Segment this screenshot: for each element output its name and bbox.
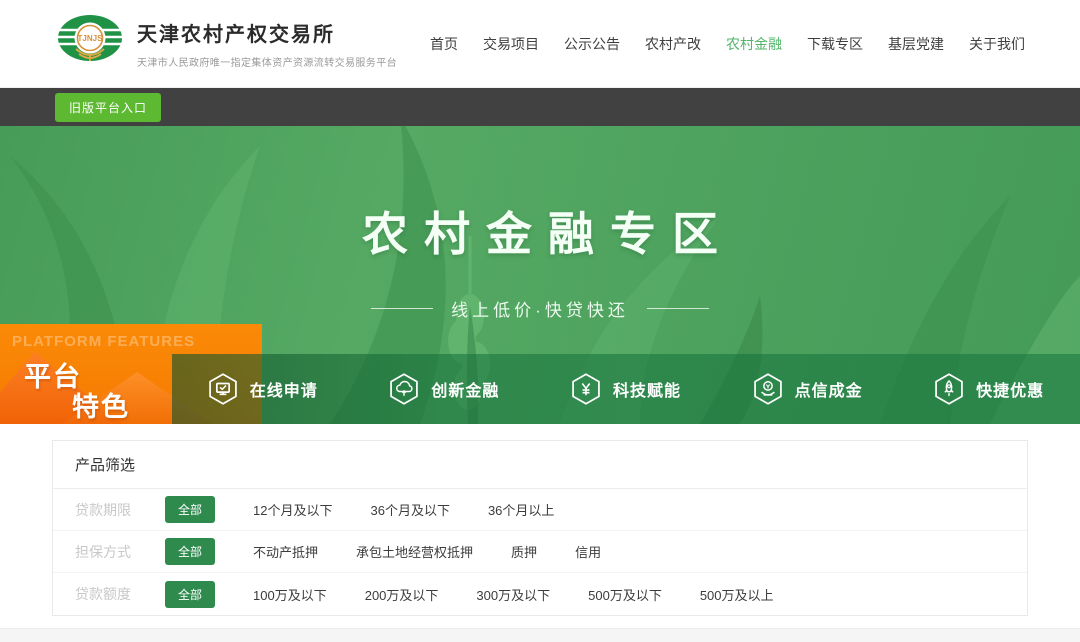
filter-option[interactable]: 质押	[511, 542, 537, 561]
filter-all-button[interactable]: 全部	[165, 496, 215, 523]
nav-item-rural-reform[interactable]: 农村产改	[645, 34, 701, 54]
site-header: TJNJS 天津农村产权交易所 天津市人民政府唯一指定集体资产资源流转交易服务平…	[0, 0, 1080, 88]
filter-label: 贷款期限	[75, 500, 149, 520]
monitor-check-icon	[208, 373, 238, 405]
banner-subtitle-text: 线上低价·快贷快还	[451, 296, 629, 321]
rocket-icon	[934, 373, 964, 405]
filter-option[interactable]: 200万及以下	[365, 585, 439, 604]
filter-label: 担保方式	[75, 542, 149, 562]
svg-text:TJNJS: TJNJS	[78, 34, 104, 43]
nav-item-about[interactable]: 关于我们	[969, 34, 1025, 54]
brand[interactable]: TJNJS 天津农村产权交易所 天津市人民政府唯一指定集体资产资源流转交易服务平…	[55, 11, 397, 76]
tab-fast-discount[interactable]: 快捷优惠	[898, 354, 1080, 424]
filter-option[interactable]: 12个月及以下	[253, 500, 332, 519]
tab-label: 在线申请	[250, 377, 318, 401]
filter-all-button[interactable]: 全部	[165, 538, 215, 565]
tab-label: 科技赋能	[613, 377, 681, 401]
site-title: 天津农村产权交易所	[137, 18, 397, 47]
filter-option[interactable]: 100万及以下	[253, 585, 327, 604]
filter-option[interactable]: 300万及以下	[476, 585, 550, 604]
nav-item-home[interactable]: 首页	[430, 34, 458, 54]
filter-row-loan-term: 贷款期限 全部 12个月及以下 36个月及以下 36个月以上	[53, 489, 1027, 531]
filter-option[interactable]: 36个月以上	[488, 500, 554, 519]
banner-title: 农村金融专区	[0, 198, 1080, 264]
filter-option[interactable]: 承包土地经营权抵押	[356, 542, 473, 561]
nav-item-downloads[interactable]: 下载专区	[807, 34, 863, 54]
cloud-icon	[389, 373, 419, 405]
filter-row-loan-amount: 贷款额度 全部 100万及以下 200万及以下 300万及以下 500万及以下 …	[53, 573, 1027, 615]
main-content: 产品筛选 贷款期限 全部 12个月及以下 36个月及以下 36个月以上 担保方式…	[0, 424, 1080, 616]
yen-icon	[571, 373, 601, 405]
old-platform-entry-button[interactable]: 旧版平台入口	[55, 93, 161, 122]
tab-credit-to-gold[interactable]: 点信成金	[717, 354, 899, 424]
secondary-topbar: 旧版平台入口	[0, 88, 1080, 126]
site-logo: TJNJS	[55, 11, 125, 76]
site-subtitle: 天津市人民政府唯一指定集体资产资源流转交易服务平台	[137, 54, 397, 69]
nav-item-projects[interactable]: 交易项目	[483, 34, 539, 54]
banner-subtitle: 线上低价·快贷快还	[0, 296, 1080, 321]
subtitle-left-line	[371, 308, 433, 309]
hero-banner: 农村金融专区 线上低价·快贷快还 PLATFORM FEATURES 平台 特色	[0, 126, 1080, 424]
tab-label: 创新金融	[431, 377, 499, 401]
platform-features-en-label: PLATFORM FEATURES	[12, 333, 195, 350]
tab-label: 点信成金	[795, 377, 863, 401]
filter-option[interactable]: 信用	[575, 542, 601, 561]
tab-tech-empowerment[interactable]: 科技赋能	[535, 354, 717, 424]
filter-all-button[interactable]: 全部	[165, 581, 215, 608]
nav-item-announcements[interactable]: 公示公告	[564, 34, 620, 54]
filter-option[interactable]: 36个月及以下	[370, 500, 449, 519]
filter-label: 贷款额度	[75, 584, 149, 604]
tab-online-apply[interactable]: 在线申请	[172, 354, 354, 424]
footer-strip	[0, 628, 1080, 642]
filter-option[interactable]: 500万及以下	[588, 585, 662, 604]
filter-option[interactable]: 500万及以上	[700, 585, 774, 604]
product-filter-card: 产品筛选 贷款期限 全部 12个月及以下 36个月及以下 36个月以上 担保方式…	[52, 440, 1028, 616]
feature-tabbar: 在线申请 创新金融	[172, 354, 1080, 424]
nav-item-party-building[interactable]: 基层党建	[888, 34, 944, 54]
platform-features-cn-line2: 特色	[72, 385, 130, 424]
nav-item-rural-finance[interactable]: 农村金融	[726, 34, 782, 54]
filter-row-guarantee-type: 担保方式 全部 不动产抵押 承包土地经营权抵押 质押 信用	[53, 531, 1027, 573]
tab-innovative-finance[interactable]: 创新金融	[354, 354, 536, 424]
filter-card-title: 产品筛选	[53, 441, 1027, 489]
subtitle-right-line	[647, 308, 709, 309]
coin-hand-icon	[753, 373, 783, 405]
main-nav: 首页 交易项目 公示公告 农村产改 农村金融 下载专区 基层党建 关于我们	[430, 34, 1025, 54]
filter-option[interactable]: 不动产抵押	[253, 542, 318, 561]
tab-label: 快捷优惠	[976, 377, 1044, 401]
